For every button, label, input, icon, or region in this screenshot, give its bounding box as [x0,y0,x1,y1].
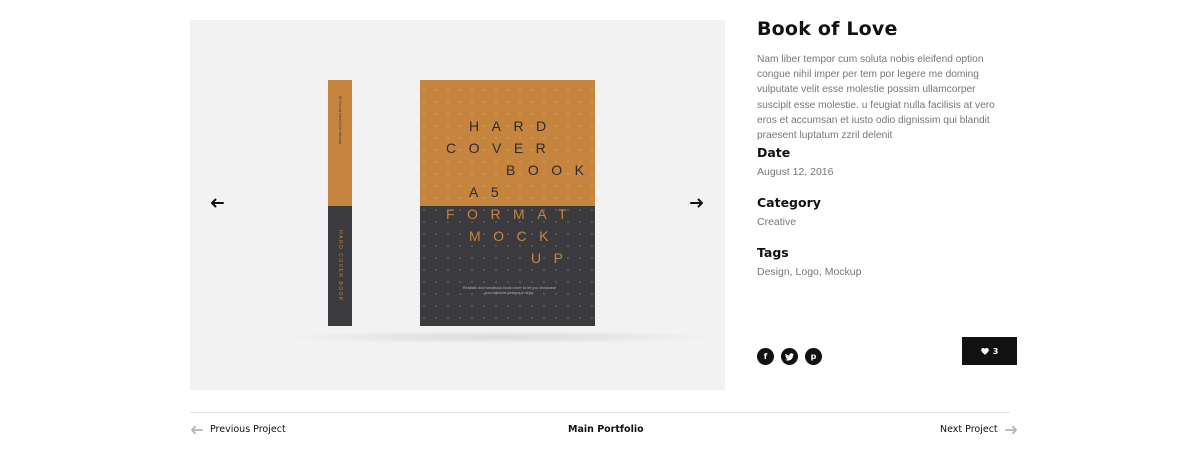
arrow-left-icon [191,425,203,434]
cover-line: FORMAT [446,206,580,222]
twitter-share-button[interactable] [781,348,798,365]
tags-block: Tags Design, Logo, Mockup [757,245,861,278]
facebook-share-button[interactable]: f [757,348,774,365]
date-block: Date August 12, 2016 [757,145,833,178]
project-gallery: A5 Format Hard Cover Mockup HARD COVER B… [190,20,725,390]
pinterest-icon: p [810,352,817,361]
category-value: Creative [757,216,797,228]
spine-title: HARD COVER BOOK [337,230,343,302]
category-label: Category [757,195,821,210]
cover-line: UP [531,250,576,266]
cover-blurb: Realistic and handbook book cover to let… [462,286,557,295]
cover-line: HARD [469,118,559,134]
next-project-link[interactable]: Next Project [940,424,1018,435]
heart-icon [980,347,989,355]
spine-small-text: A5 Format Hard Cover Mockup [338,95,342,145]
facebook-icon: f [763,352,768,361]
date-label: Date [757,145,791,160]
like-button[interactable]: 3 [962,337,1017,365]
cover-line: A5 [469,184,512,200]
social-share: f p [757,348,822,365]
main-portfolio-label: Main Portfolio [568,424,644,435]
book-cover-image: HARD COVER BOOK A5 FORMAT MOCK UP Realis… [420,80,595,326]
book-spine-image: A5 Format Hard Cover Mockup HARD COVER B… [328,80,352,326]
cover-line: MOCK [469,228,561,244]
project-details: Book of Love Nam liber tempor cum soluta… [757,18,1027,143]
category-block: Category Creative [757,195,821,228]
next-project-label: Next Project [940,424,998,435]
project-description: Nam liber tempor cum soluta nobis eleife… [757,54,995,142]
gallery-prev-button[interactable] [202,194,232,212]
twitter-icon [785,352,794,361]
arrow-left-icon [211,198,224,208]
gallery-next-button[interactable] [682,194,712,212]
main-portfolio-link[interactable]: Main Portfolio [568,424,644,435]
tags-label: Tags [757,245,789,260]
arrow-right-icon [1004,425,1017,434]
footer-divider [190,412,1010,413]
pinterest-share-button[interactable]: p [805,348,822,365]
previous-project-link[interactable]: Previous Project [190,424,286,435]
like-count: 3 [992,346,999,356]
project-title: Book of Love [757,18,898,40]
previous-project-label: Previous Project [210,424,286,435]
arrow-right-icon [690,198,703,208]
date-value: August 12, 2016 [757,166,834,178]
cover-line: BOOK [506,162,595,178]
tags-value: Design, Logo, Mockup [757,266,862,278]
cover-line: COVER [446,140,559,156]
book-shadow [280,330,720,344]
